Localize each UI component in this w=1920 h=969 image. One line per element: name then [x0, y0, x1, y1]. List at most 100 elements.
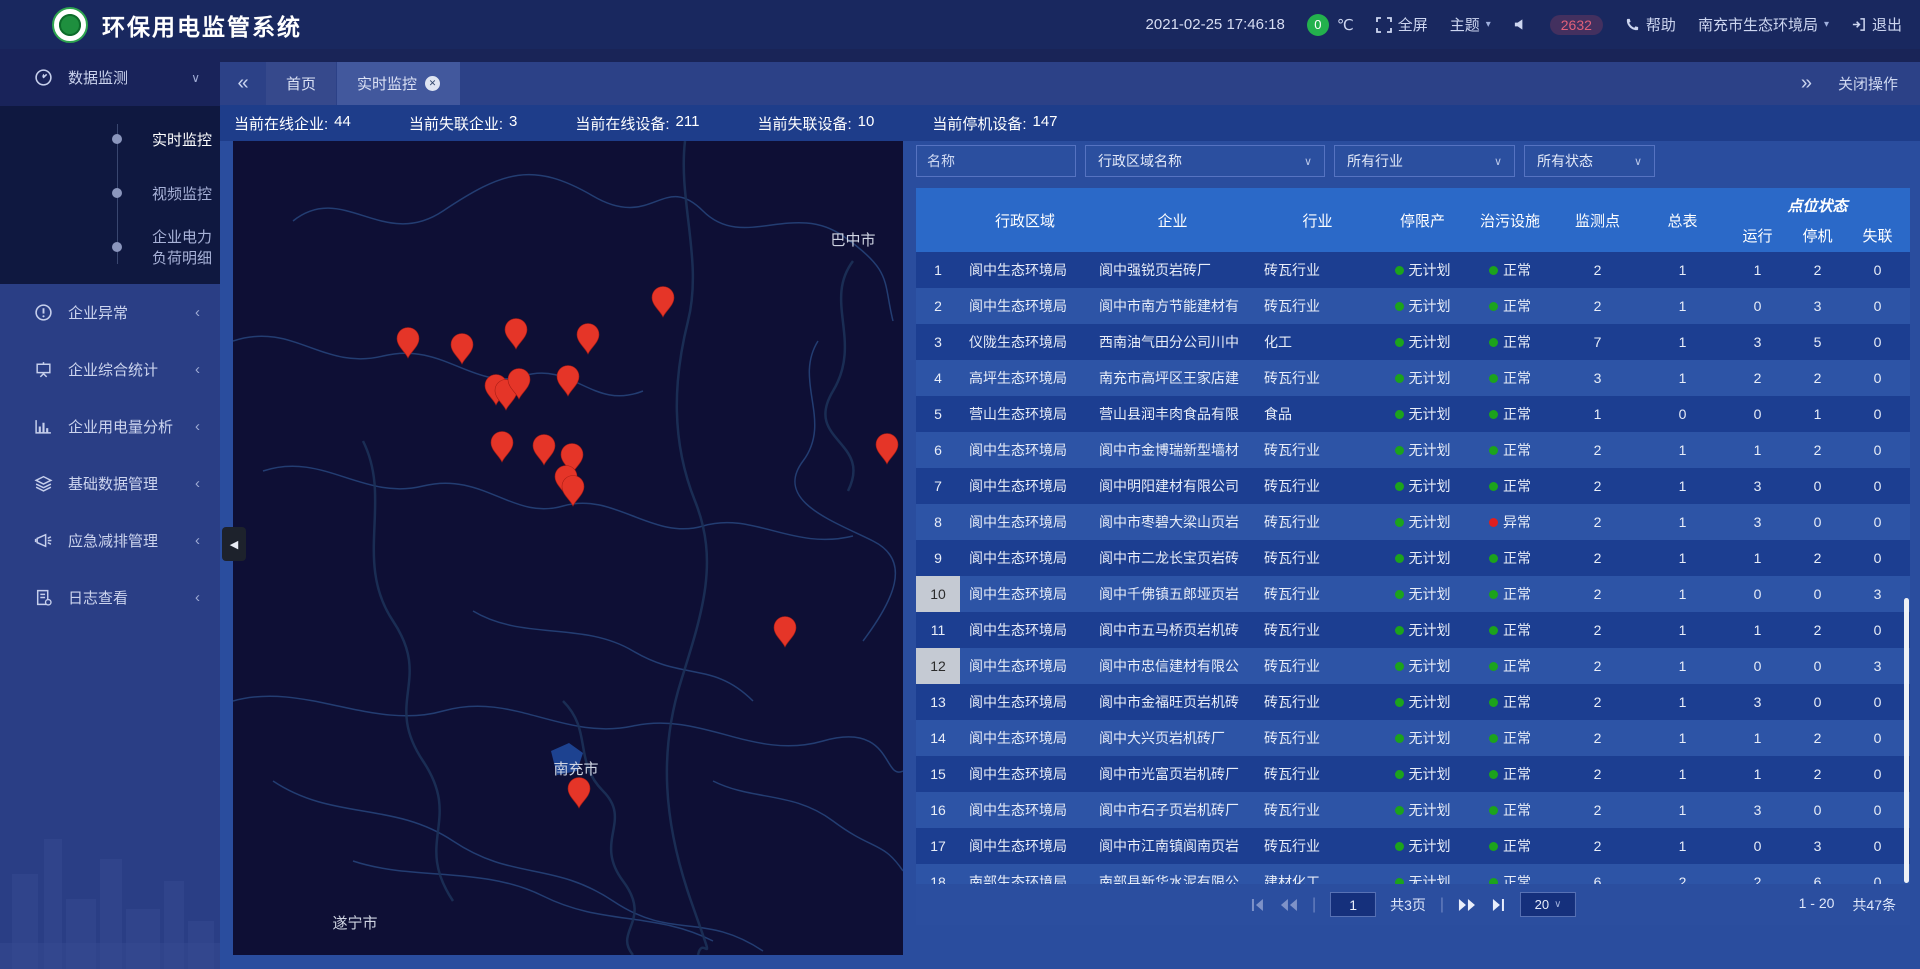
map-pin[interactable] [451, 334, 473, 365]
region-filter-select[interactable]: 行政区域名称∨ [1085, 145, 1325, 177]
tab-1[interactable]: 实时监控✕ [337, 62, 461, 105]
table-row[interactable]: 14阆中生态环境局阆中大兴页岩机砖厂砖瓦行业无计划正常21120 [916, 720, 1910, 756]
pagination-bar: | 共3页 | 20∨ [916, 884, 1910, 925]
sidebar-item-2[interactable]: 企业综合统计‹ [0, 341, 220, 398]
prev-page-button[interactable] [1280, 898, 1298, 912]
volume-button[interactable] [1513, 17, 1528, 32]
table-row[interactable]: 7阆中生态环境局阆中明阳建材有限公司砖瓦行业无计划正常21300 [916, 468, 1910, 504]
tab-close-icon[interactable]: ✕ [425, 76, 440, 91]
chevron-left-icon: ‹ [195, 532, 200, 549]
status-dot-green [1489, 302, 1498, 311]
sidebar-item-4[interactable]: 基础数据管理‹ [0, 455, 220, 512]
chevron-down-icon: ∨ [1634, 155, 1642, 168]
sidebar-collapse-handle[interactable]: ◀ [222, 527, 246, 561]
map-pin[interactable] [533, 435, 555, 466]
map-pin[interactable] [577, 324, 599, 355]
temperature: 0 ℃ [1307, 14, 1354, 36]
map-pin[interactable] [491, 432, 513, 463]
sidebar-item-5[interactable]: 应急减排管理‹ [0, 512, 220, 569]
tab-0[interactable]: 首页 [266, 62, 337, 105]
table-row[interactable]: 15阆中生态环境局阆中市光富页岩机砖厂砖瓦行业无计划正常21120 [916, 756, 1910, 792]
stat-item-4: 当前停机设备:147 [932, 113, 1057, 134]
table-row[interactable]: 10阆中生态环境局阆中千佛镇五郎垭页岩砖瓦行业无计划正常21003 [916, 576, 1910, 612]
sidebar-item-6[interactable]: 日志查看‹ [0, 569, 220, 626]
map-pin[interactable] [562, 476, 584, 507]
stat-item-1: 当前失联企业:3 [409, 113, 518, 134]
status-dot-green [1395, 410, 1404, 419]
map-city-label: 巴中市 [830, 232, 875, 249]
tab-scroll-left-icon[interactable]: « [220, 62, 266, 105]
status-dot-green [1489, 734, 1498, 743]
enterprise-table: 行政区域 企业 行业 停限产 治污设施 监测点 总表 点位状态 运行 停机 失联 [916, 188, 1910, 925]
map-pin[interactable] [876, 434, 898, 465]
logout-button[interactable]: 退出 [1851, 14, 1902, 35]
page-number-input[interactable] [1330, 892, 1376, 917]
app-title: 环保用电监管系统 [102, 8, 302, 42]
table-row[interactable]: 16阆中生态环境局阆中市石子页岩机砖厂砖瓦行业无计划正常21300 [916, 792, 1910, 828]
layers-icon [34, 474, 54, 493]
status-dot-green [1395, 554, 1404, 563]
next-page-button[interactable] [1458, 898, 1476, 912]
table-row[interactable]: 2阆中生态环境局阆中市南方节能建材有砖瓦行业无计划正常21030 [916, 288, 1910, 324]
map-pin[interactable] [568, 778, 590, 809]
sidebar-subitem-1[interactable]: 视频监控 [0, 166, 220, 220]
topbar: 环保用电监管系统 2021-02-25 17:46:18 0 ℃ 全屏 主题▾ … [0, 0, 1920, 49]
table-row[interactable]: 6阆中生态环境局阆中市金博瑞新型墙材砖瓦行业无计划正常21120 [916, 432, 1910, 468]
chevron-left-icon: ‹ [195, 418, 200, 435]
cityscape-decoration [0, 779, 220, 969]
map-pin[interactable] [652, 287, 674, 318]
map-pin[interactable] [505, 319, 527, 350]
tab-label: 首页 [286, 73, 316, 94]
notification-badge[interactable]: 2632 [1550, 15, 1603, 35]
table-row[interactable]: 4高坪生态环境局南充市高坪区王家店建砖瓦行业无计划正常31220 [916, 360, 1910, 396]
status-dot-green [1489, 266, 1498, 275]
chevron-down-icon: ∨ [1554, 899, 1561, 910]
log-icon [34, 588, 54, 607]
table-row[interactable]: 1阆中生态环境局阆中强锐页岩砖厂砖瓦行业无计划正常21120 [916, 252, 1910, 288]
sidebar-subitem-0[interactable]: 实时监控 [0, 112, 220, 166]
status-dot-green [1489, 446, 1498, 455]
map-pin[interactable] [557, 366, 579, 397]
first-page-button[interactable] [1250, 898, 1266, 912]
table-row[interactable]: 11阆中生态环境局阆中市五马桥页岩机砖砖瓦行业无计划正常21120 [916, 612, 1910, 648]
status-filter-select[interactable]: 所有状态∨ [1524, 145, 1655, 177]
fullscreen-button[interactable]: 全屏 [1376, 14, 1428, 35]
help-button[interactable]: 帮助 [1625, 14, 1676, 35]
name-filter-input[interactable] [916, 145, 1076, 177]
map[interactable]: 巴中市南充市遂宁市 [233, 141, 903, 955]
close-operations-button[interactable]: 关闭操作 [1838, 73, 1898, 94]
page-range-label: 1 - 20 [1799, 895, 1835, 915]
org-menu[interactable]: 南充市生态环境局▾ [1698, 14, 1829, 35]
datetime: 2021-02-25 17:46:18 [1146, 16, 1285, 33]
table-row[interactable]: 17阆中生态环境局阆中市江南镇阆南页岩砖瓦行业无计划正常21030 [916, 828, 1910, 864]
status-dot-green [1489, 410, 1498, 419]
status-dot-green [1489, 338, 1498, 347]
table-row[interactable]: 3仪陇生态环境局西南油气田分公司川中化工无计划正常71350 [916, 324, 1910, 360]
table-row[interactable]: 5营山生态环境局营山县润丰肉食品有限食品无计划正常10010 [916, 396, 1910, 432]
table-row[interactable]: 12阆中生态环境局阆中市忠信建材有限公砖瓦行业无计划正常21003 [916, 648, 1910, 684]
sidebar-item-3[interactable]: 企业用电量分析‹ [0, 398, 220, 455]
phone-icon [1625, 17, 1640, 32]
megaphone-icon [34, 531, 54, 550]
status-dot-green [1395, 518, 1404, 527]
status-dot-green [1395, 770, 1404, 779]
table-row[interactable]: 9阆中生态环境局阆中市二龙长宝页岩砖砖瓦行业无计划正常21120 [916, 540, 1910, 576]
map-boundary-lines [233, 175, 903, 951]
tab-scroll-right-icon[interactable]: » [1801, 72, 1812, 95]
chevron-down-icon: ∨ [1494, 155, 1502, 168]
theme-menu[interactable]: 主题▾ [1450, 14, 1491, 35]
sidebar-item-1[interactable]: 企业异常‹ [0, 284, 220, 341]
last-page-button[interactable] [1490, 898, 1506, 912]
table-scrollbar-thumb[interactable] [1904, 598, 1909, 883]
sidebar-item-0[interactable]: 数据监测∨ [0, 49, 220, 106]
alert-icon [34, 303, 54, 322]
sidebar-subitem-2[interactable]: 企业电力负荷明细 [0, 220, 220, 274]
page-size-select[interactable]: 20∨ [1520, 892, 1576, 917]
chevron-left-icon: ‹ [195, 589, 200, 606]
map-pin[interactable] [774, 617, 796, 648]
industry-filter-select[interactable]: 所有行业∨ [1334, 145, 1515, 177]
fullscreen-icon [1376, 17, 1392, 33]
table-row[interactable]: 8阆中生态环境局阆中市枣碧大梁山页岩砖瓦行业无计划异常21300 [916, 504, 1910, 540]
table-row[interactable]: 13阆中生态环境局阆中市金福旺页岩机砖砖瓦行业无计划正常21300 [916, 684, 1910, 720]
last-page-icon [1490, 898, 1506, 912]
